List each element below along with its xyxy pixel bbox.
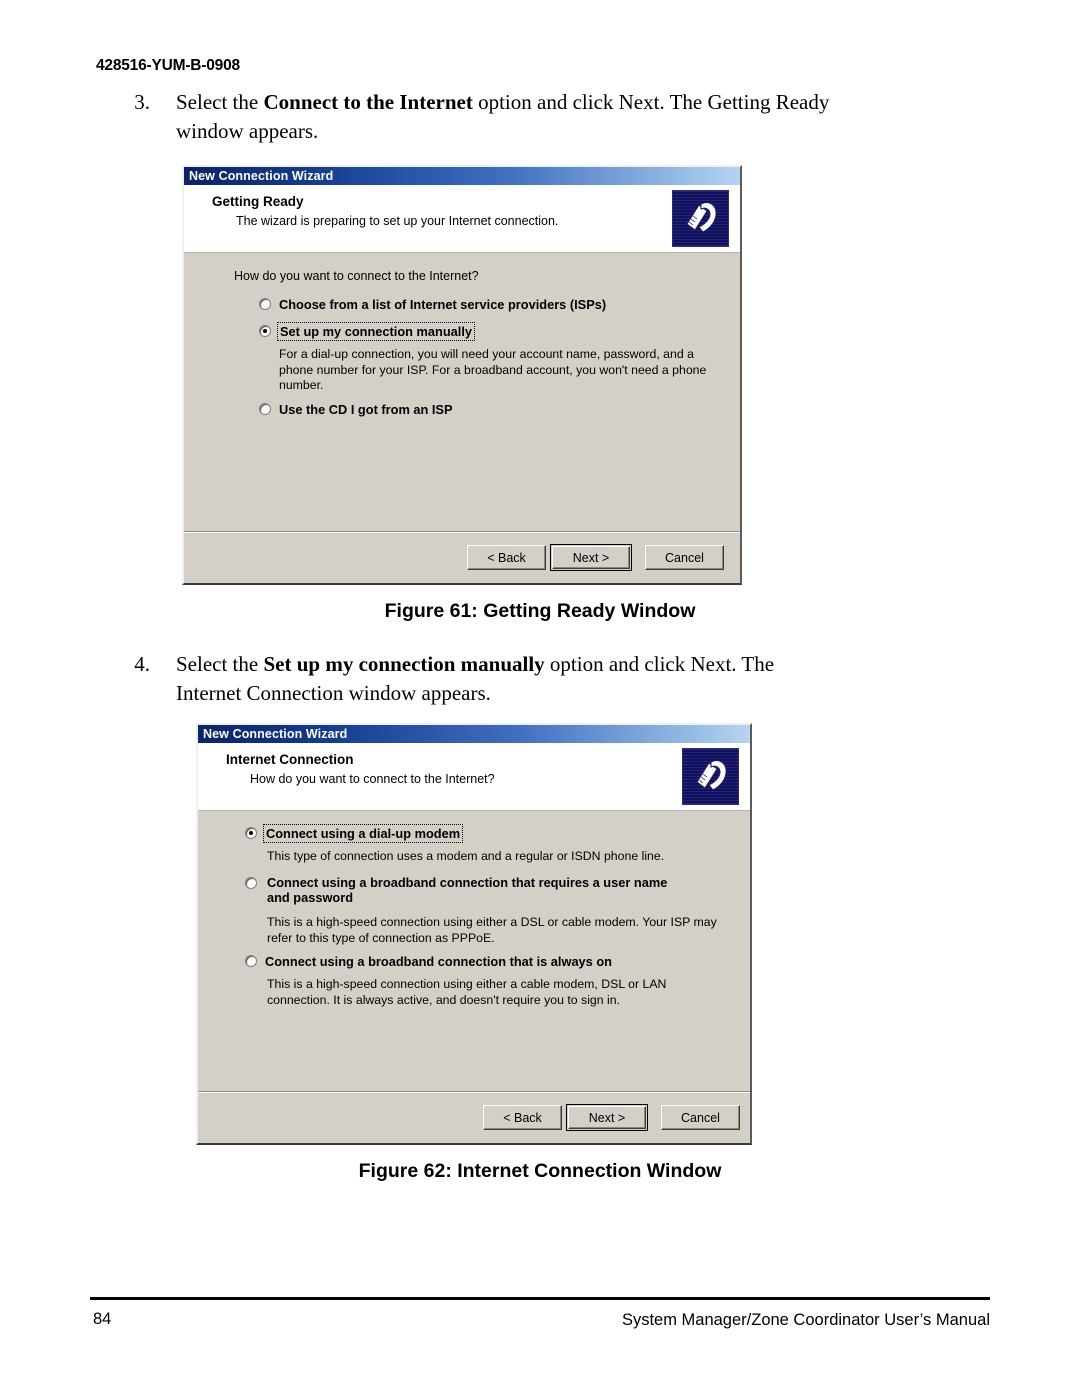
getting-ready-dialog[interactable]: New Connection Wizard Getting Ready The … bbox=[182, 165, 742, 585]
dialog2-option-broadband-auth[interactable]: Connect using a broadband connection tha… bbox=[245, 875, 717, 945]
dialog2-option-broadband-auth-description: This is a high-speed connection using ei… bbox=[267, 915, 717, 945]
dialog1-option-cd[interactable]: Use the CD I got from an ISP bbox=[259, 401, 709, 419]
step-3-text: Select the Connect to the Internet optio… bbox=[176, 88, 860, 146]
dialog2-header-subtitle: How do you want to connect to the Intern… bbox=[250, 772, 495, 786]
dialog2-radio-broadband-always[interactable] bbox=[245, 955, 257, 967]
dialog2-cancel-label: Cancel bbox=[681, 1110, 720, 1125]
step-4-text-before: Select the bbox=[176, 652, 264, 676]
dialog1-titlebar[interactable]: New Connection Wizard bbox=[184, 167, 740, 185]
dialog1-cancel-button[interactable]: Cancel bbox=[645, 545, 724, 570]
dialog2-option-broadband-always[interactable]: Connect using a broadband connection tha… bbox=[245, 953, 695, 1007]
dialog1-title: New Connection Wizard bbox=[189, 169, 334, 183]
dialog2-button-bar: < Back Next > Cancel bbox=[198, 1093, 750, 1141]
footer-divider bbox=[90, 1297, 990, 1300]
dialog1-radio-manual[interactable] bbox=[259, 325, 271, 337]
dialog2-radio-dialup[interactable] bbox=[245, 827, 257, 839]
dialog2-next-button[interactable]: Next > bbox=[566, 1104, 648, 1131]
step-4: 4. Select the Set up my connection manua… bbox=[120, 650, 820, 708]
dialog1-option-isp-list[interactable]: Choose from a list of Internet service p… bbox=[259, 296, 709, 314]
dialog1-next-button[interactable]: Next > bbox=[550, 544, 632, 571]
internet-connection-dialog[interactable]: New Connection Wizard Internet Connectio… bbox=[196, 723, 752, 1145]
dialog2-header-title: Internet Connection bbox=[226, 752, 354, 767]
dialog1-button-bar: < Back Next > Cancel bbox=[184, 533, 740, 581]
footer-manual-title: System Manager/Zone Coordinator User’s M… bbox=[621, 1311, 990, 1329]
dialog1-header-subtitle: The wizard is preparing to set up your I… bbox=[236, 214, 559, 228]
dialog1-option-cd-label: Use the CD I got from an ISP bbox=[279, 402, 453, 417]
dialog1-header-title: Getting Ready bbox=[212, 194, 304, 209]
dialog2-radio-broadband-auth[interactable] bbox=[245, 877, 257, 889]
step-3-text-bold: Connect to the Internet bbox=[263, 90, 473, 114]
dialog1-next-label: Next > bbox=[572, 550, 610, 565]
figure-61-caption: Figure 61: Getting Ready Window bbox=[384, 600, 696, 622]
dialog1-header: Getting Ready The wizard is preparing to… bbox=[184, 185, 740, 253]
dialog1-option-manual-description: For a dial-up connection, you will need … bbox=[279, 347, 707, 392]
dialog1-radio-isp-list[interactable] bbox=[259, 298, 271, 310]
dialog1-option-isp-list-label: Choose from a list of Internet service p… bbox=[279, 297, 607, 312]
modem-phone-icon bbox=[672, 190, 729, 247]
document-id: 428516-YUM-B-0908 bbox=[96, 57, 240, 74]
step-3-number: 3. bbox=[134, 90, 150, 114]
dialog2-option-broadband-always-description: This is a high-speed connection using ei… bbox=[267, 977, 667, 1007]
dialog1-next-inner: Next > bbox=[552, 546, 630, 569]
dialog2-option-dialup-label: Connect using a dial-up modem bbox=[262, 824, 464, 843]
step-3: 3. Select the Connect to the Internet op… bbox=[120, 88, 860, 146]
dialog2-option-broadband-auth-label: Connect using a broadband connection tha… bbox=[267, 875, 668, 905]
figure-62-caption: Figure 62: Internet Connection Window bbox=[358, 1160, 722, 1182]
page-number: 84 bbox=[93, 1310, 112, 1328]
dialog2-option-dialup[interactable]: Connect using a dial-up modem This type … bbox=[245, 824, 715, 863]
dialog2-cancel-button[interactable]: Cancel bbox=[661, 1105, 740, 1130]
step-3-text-before: Select the bbox=[176, 90, 264, 114]
dialog2-title: New Connection Wizard bbox=[203, 727, 348, 741]
dialog2-body: Connect using a dial-up modem This type … bbox=[198, 811, 750, 1091]
dialog1-back-button[interactable]: < Back bbox=[467, 545, 546, 570]
step-4-text: Select the Set up my connection manually… bbox=[176, 650, 820, 708]
dialog2-header: Internet Connection How do you want to c… bbox=[198, 743, 750, 811]
dialog1-option-manual[interactable]: Set up my connection manually For a dial… bbox=[259, 322, 709, 392]
dialog2-back-button[interactable]: < Back bbox=[483, 1105, 562, 1130]
dialog1-radio-cd[interactable] bbox=[259, 403, 271, 415]
modem-phone-icon bbox=[682, 748, 739, 805]
dialog1-back-label: < Back bbox=[487, 550, 526, 565]
dialog1-cancel-label: Cancel bbox=[665, 550, 704, 565]
dialog1-option-manual-label: Set up my connection manually bbox=[277, 322, 475, 341]
dialog2-next-label: Next > bbox=[588, 1110, 626, 1125]
dialog2-titlebar[interactable]: New Connection Wizard bbox=[198, 725, 750, 743]
step-4-text-bold: Set up my connection manually bbox=[263, 652, 545, 676]
dialog2-option-broadband-always-label: Connect using a broadband connection tha… bbox=[265, 954, 612, 969]
dialog2-next-inner: Next > bbox=[568, 1106, 646, 1129]
step-4-number: 4. bbox=[134, 652, 150, 676]
dialog2-back-label: < Back bbox=[503, 1110, 542, 1125]
dialog1-prompt: How do you want to connect to the Intern… bbox=[234, 269, 479, 283]
dialog1-body: How do you want to connect to the Intern… bbox=[184, 253, 740, 531]
dialog2-option-dialup-description: This type of connection uses a modem and… bbox=[267, 849, 665, 863]
